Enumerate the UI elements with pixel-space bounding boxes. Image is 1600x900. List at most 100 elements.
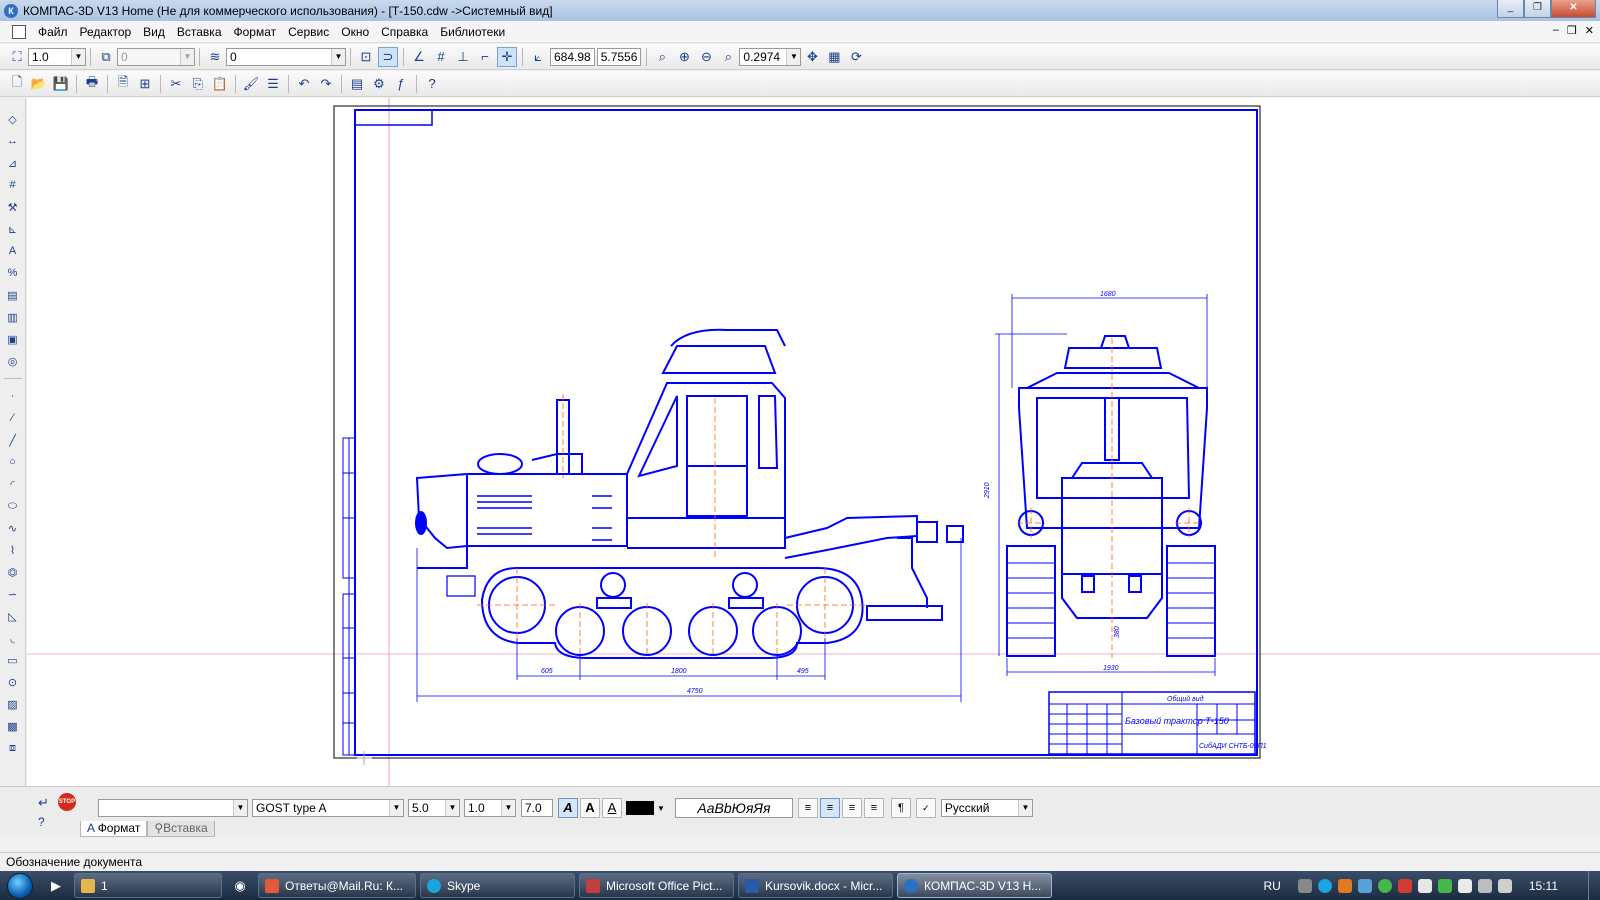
font-size-combo[interactable]: 5.0 ▼: [408, 799, 460, 817]
hatch-tool-icon[interactable]: ▨: [4, 695, 22, 713]
create-object-icon[interactable]: ↵: [38, 795, 49, 811]
zoom-combo[interactable]: 0.2974 ▼: [739, 47, 802, 66]
menu-editor[interactable]: Редактор: [74, 25, 138, 39]
variables-icon[interactable]: ⚙: [369, 74, 389, 94]
point-tool-icon[interactable]: ·: [4, 387, 22, 405]
settings-panel-icon[interactable]: ◎: [4, 352, 22, 370]
network-signal-icon[interactable]: [1477, 878, 1492, 893]
maximize-button[interactable]: ❐: [1524, 0, 1551, 18]
dimensions-panel-icon[interactable]: ↔: [4, 132, 22, 150]
taskbar-item-mailru[interactable]: Ответы@Mail.Ru: К...: [258, 873, 416, 898]
coord-x-field[interactable]: 684.98: [550, 47, 595, 66]
layer-icon[interactable]: ⧉: [96, 47, 116, 67]
fillet-tool-icon[interactable]: ◟: [4, 629, 22, 647]
bold-button[interactable]: A: [580, 798, 600, 818]
close-button[interactable]: ✕: [1551, 0, 1596, 18]
equidistant-tool-icon[interactable]: ⧈: [4, 739, 22, 757]
snap-bindings-icon[interactable]: ✛: [497, 46, 517, 67]
menu-help[interactable]: Справка: [375, 25, 434, 39]
underline-button[interactable]: A: [602, 798, 622, 818]
menu-libraries[interactable]: Библиотеки: [434, 25, 511, 39]
scale-combo[interactable]: 1.0 ▼: [28, 47, 86, 66]
menu-file[interactable]: Файл: [32, 25, 74, 39]
layer-combo[interactable]: 0 ▼: [117, 47, 195, 66]
antivirus-tray-icon[interactable]: [1397, 878, 1412, 893]
narrowing-combo[interactable]: 1.0 ▼: [464, 799, 516, 817]
taskbar-item-skype[interactable]: Skype: [420, 873, 575, 898]
mdi-close-button[interactable]: ✕: [1585, 24, 1594, 37]
agent-tray-icon[interactable]: [1337, 878, 1352, 893]
taskbar-item-office-picture[interactable]: Microsoft Office Pict...: [579, 873, 734, 898]
ortho-icon[interactable]: ∠: [409, 47, 429, 67]
taskbar-item-kompas[interactable]: КОМПАС-3D V13 Н...: [897, 873, 1052, 898]
utorrent-tray-icon[interactable]: [1437, 878, 1452, 893]
taskbar-item-explorer[interactable]: 1: [74, 873, 222, 898]
taskbar-item-word[interactable]: Kursovik.docx - Micr...: [738, 873, 893, 898]
usb-tray-icon[interactable]: [1417, 878, 1432, 893]
geometry-panel-icon[interactable]: ◇: [4, 110, 22, 128]
chevron-up-icon[interactable]: [1297, 878, 1312, 893]
menu-service[interactable]: Сервис: [282, 25, 335, 39]
power-tray-icon[interactable]: [1457, 878, 1472, 893]
tab-format[interactable]: A Формат: [80, 821, 148, 837]
magnet-snap-icon[interactable]: ⊃: [378, 46, 398, 67]
segment-tool-icon[interactable]: ╱: [4, 431, 22, 449]
open-folder-icon[interactable]: 📂: [29, 74, 49, 94]
rectangle-tool-icon[interactable]: ▭: [4, 651, 22, 669]
new-document-icon[interactable]: 🗋: [7, 74, 27, 94]
preview-icon[interactable]: 🗎: [113, 74, 133, 94]
show-desktop-button[interactable]: [1588, 871, 1600, 900]
chevron-down-icon[interactable]: ▼: [657, 804, 665, 813]
spec-panel-icon[interactable]: %: [4, 264, 22, 282]
measure-panel-icon[interactable]: ⊾: [4, 220, 22, 238]
copy-icon[interactable]: ⎘: [188, 74, 208, 94]
chamfer-tool-icon[interactable]: ◺: [4, 607, 22, 625]
ellipse-tool-icon[interactable]: ⬭: [4, 497, 22, 515]
chrome-icon[interactable]: ◉: [227, 874, 253, 898]
icq-tray-icon[interactable]: [1377, 878, 1392, 893]
manager-icon[interactable]: ⊞: [135, 74, 155, 94]
skype-tray-icon[interactable]: [1317, 878, 1332, 893]
stop-icon[interactable]: STOP: [58, 793, 76, 811]
zoom-in-icon[interactable]: ⊕: [674, 47, 694, 67]
help-icon[interactable]: ?: [38, 815, 45, 829]
parametrization-panel-icon[interactable]: ⚒: [4, 198, 22, 216]
start-button[interactable]: [0, 871, 40, 900]
ortho-mode-icon[interactable]: ⌐: [475, 47, 495, 67]
zoom-out-icon[interactable]: ⊖: [696, 47, 716, 67]
drawing-canvas[interactable]: 4750 605 1800 495 1680 1930 2910 380 Общ…: [27, 98, 1600, 786]
align-justify-button[interactable]: ≡: [863, 798, 884, 818]
arc-tool-icon[interactable]: ◜: [4, 475, 22, 493]
nurbs-tool-icon[interactable]: ⏣: [4, 563, 22, 581]
undo-icon[interactable]: ↶: [294, 74, 314, 94]
designations-panel-icon[interactable]: ⊿: [4, 154, 22, 172]
properties-icon[interactable]: ☰: [263, 74, 283, 94]
function-icon[interactable]: ƒ: [391, 74, 411, 94]
align-center-button[interactable]: ≡: [819, 798, 840, 818]
language-combo[interactable]: Русский ▼: [940, 799, 1033, 817]
cursor-icon[interactable]: ⊡: [356, 47, 376, 67]
volume-icon[interactable]: [1497, 878, 1512, 893]
font-combo[interactable]: GOST type A ▼: [252, 799, 404, 817]
minimize-button[interactable]: _: [1497, 0, 1524, 18]
line-step-field[interactable]: 7.0: [521, 799, 553, 817]
text-color-swatch[interactable]: [626, 801, 654, 815]
tool-tray-icon[interactable]: [1357, 878, 1372, 893]
save-icon[interactable]: 💾: [51, 74, 71, 94]
format-brush-icon[interactable]: 🖌: [241, 74, 261, 94]
document-icon[interactable]: [12, 24, 26, 39]
zoom-scale-icon[interactable]: ⌕: [718, 47, 738, 67]
help-pointer-icon[interactable]: ?: [422, 74, 442, 94]
snap-step-icon[interactable]: ⛶: [7, 47, 27, 67]
menu-insert[interactable]: Вставка: [171, 25, 228, 39]
clock[interactable]: 15:11: [1529, 879, 1558, 893]
library-manager-icon[interactable]: ▤: [347, 74, 367, 94]
select-panel-icon[interactable]: A: [4, 242, 22, 260]
pan-icon[interactable]: ✥: [802, 47, 822, 67]
paragraph-icon[interactable]: ¶: [890, 798, 911, 818]
local-cs-icon[interactable]: ⊥: [453, 47, 473, 67]
print-icon[interactable]: 🖶: [82, 74, 102, 94]
grid-icon[interactable]: #: [431, 47, 451, 67]
spellcheck-icon[interactable]: ✓: [915, 798, 936, 818]
reports-panel-icon[interactable]: ▤: [4, 286, 22, 304]
